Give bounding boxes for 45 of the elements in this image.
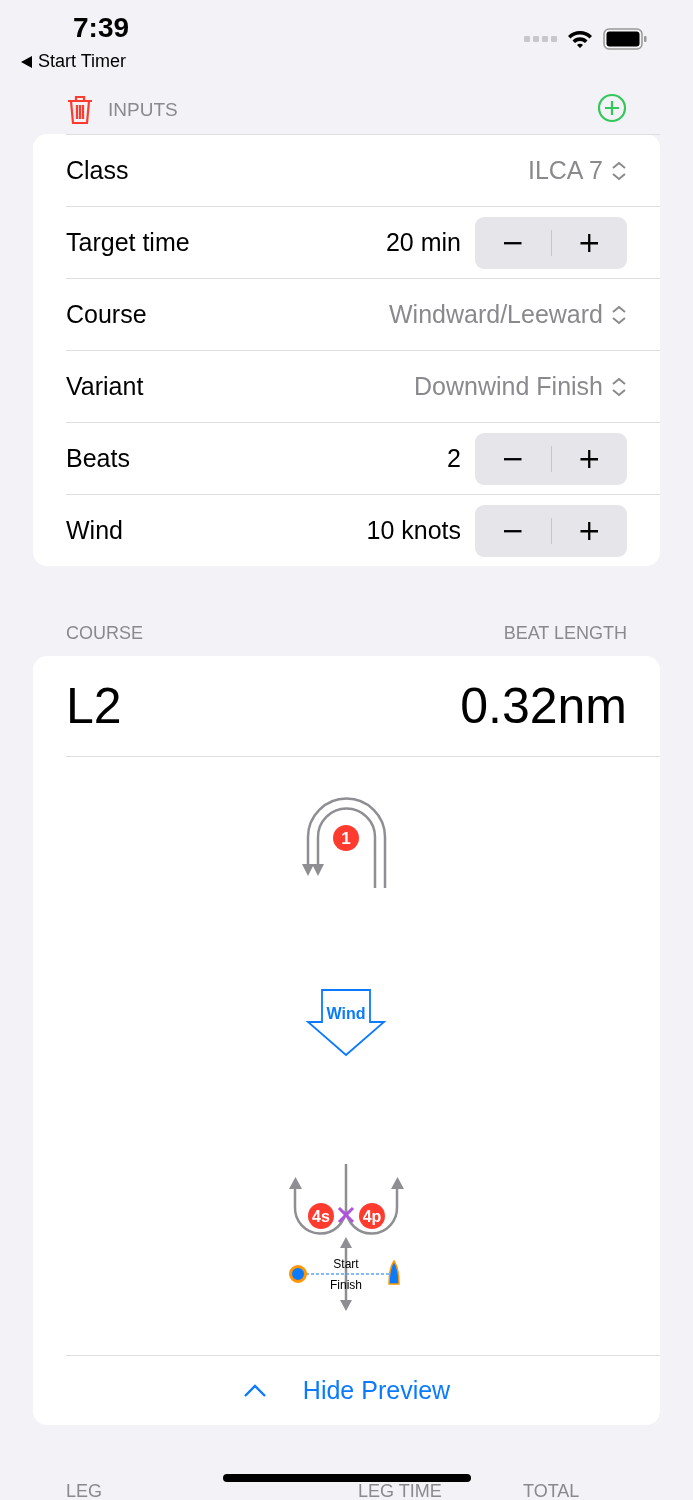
cross-mark-icon xyxy=(337,1206,355,1224)
battery-icon xyxy=(603,28,647,50)
mark-badge: 4s xyxy=(308,1203,334,1229)
back-triangle-icon xyxy=(20,55,33,68)
column-header: TOTAL xyxy=(523,1482,580,1500)
boat-icon xyxy=(388,1260,400,1285)
chevron-updown-icon xyxy=(611,376,627,397)
minus-button[interactable]: − xyxy=(475,432,551,485)
wifi-icon xyxy=(567,29,593,49)
plus-button[interactable]: + xyxy=(551,216,627,269)
row-label: Course xyxy=(66,300,148,329)
start-label: Start xyxy=(333,1257,359,1271)
back-link[interactable]: Start Timer xyxy=(20,51,126,72)
plus-button[interactable]: + xyxy=(551,504,627,557)
minus-button[interactable]: − xyxy=(475,216,551,269)
add-icon[interactable] xyxy=(597,93,627,123)
minus-button[interactable]: − xyxy=(475,504,551,557)
course-name: L2 xyxy=(66,677,122,735)
column-header: LEG xyxy=(66,1482,103,1500)
row-label: Target time xyxy=(66,228,191,257)
row-value: 10 knots xyxy=(366,516,461,545)
row-value: 2 xyxy=(447,444,461,473)
row-label: Wind xyxy=(66,516,124,545)
mark-badge: 4p xyxy=(359,1203,385,1229)
chevron-updown-icon xyxy=(611,160,627,181)
section-header: COURSE xyxy=(66,623,143,644)
row-value: 20 min xyxy=(385,228,461,257)
row-label: Variant xyxy=(66,372,145,401)
row-label: Beats xyxy=(66,444,131,473)
section-header: BEAT LENGTH xyxy=(503,623,627,644)
beat-length: 0.32nm xyxy=(460,677,627,735)
section-header: INPUTS xyxy=(108,99,178,121)
signal-icon xyxy=(524,36,557,42)
mark-badge: 1 xyxy=(333,825,359,851)
buoy-icon xyxy=(289,1265,307,1283)
chevron-up-icon xyxy=(242,1383,267,1398)
clock-time: 7:39 xyxy=(73,12,130,44)
plus-button[interactable]: + xyxy=(551,432,627,485)
row-label: Class xyxy=(66,156,130,185)
trash-icon[interactable] xyxy=(66,95,94,125)
hide-preview-button[interactable]: Hide Preview xyxy=(66,1355,660,1425)
column-header: LEG TIME xyxy=(358,1482,442,1500)
chevron-updown-icon xyxy=(611,304,627,325)
wind-arrow: Wind xyxy=(305,989,387,1057)
finish-label: Finish xyxy=(330,1278,362,1292)
